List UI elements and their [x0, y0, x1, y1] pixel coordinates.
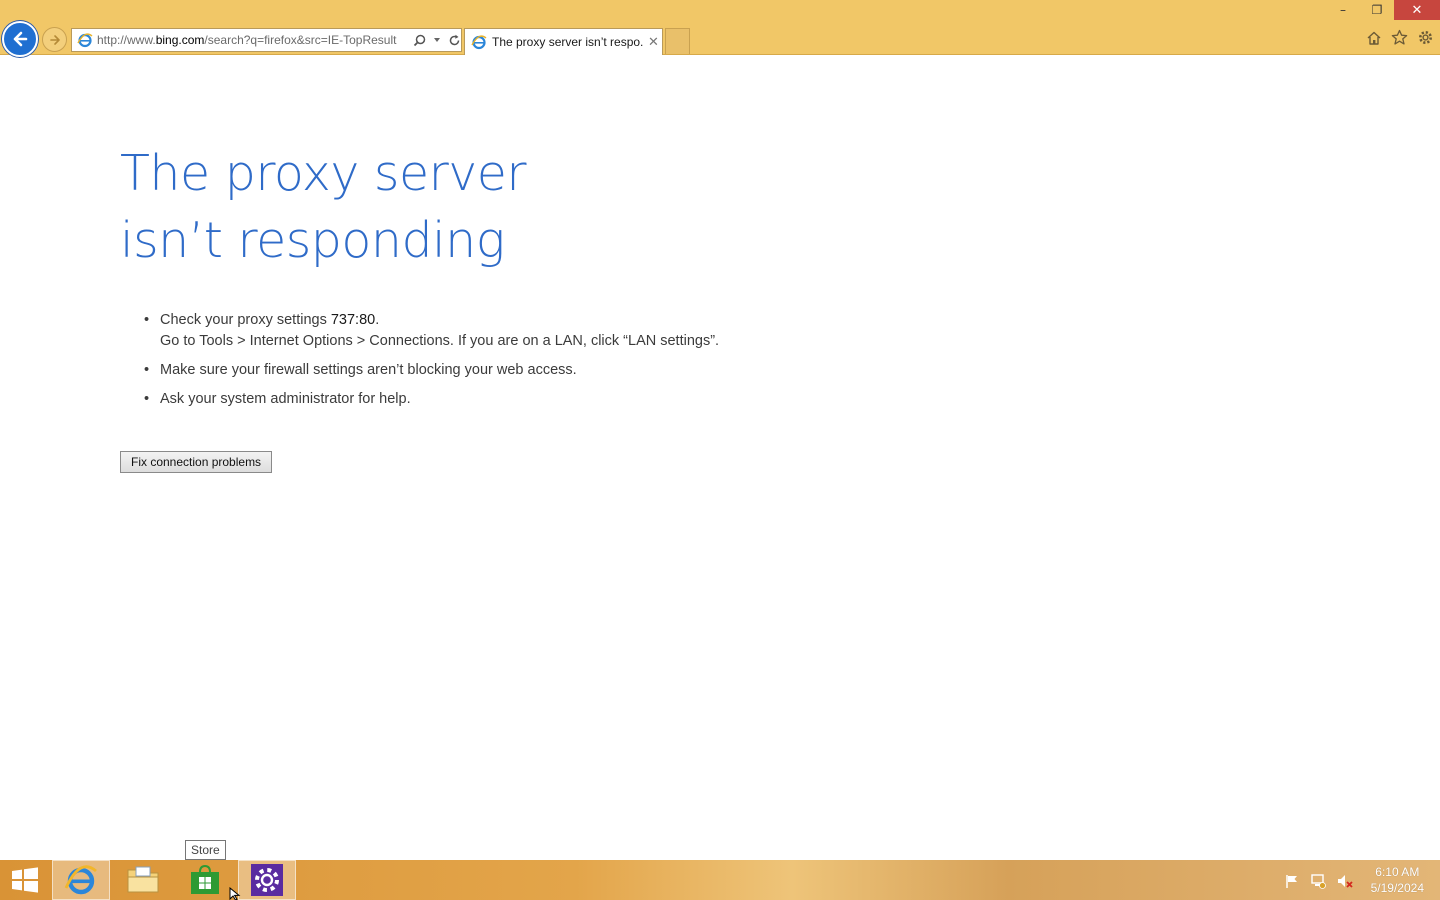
windows-logo-icon — [12, 867, 38, 893]
taskbar — [0, 860, 1440, 900]
system-tray — [1284, 873, 1354, 889]
store-tooltip: Store — [185, 840, 226, 860]
address-url[interactable]: http://www.bing.com/search?q=firefox&src… — [97, 33, 407, 47]
tip-suffix: . — [375, 312, 380, 328]
start-button[interactable] — [0, 860, 50, 900]
action-center-flag-icon[interactable] — [1284, 873, 1300, 889]
store-bag-icon — [191, 865, 219, 894]
clock-time: 6:10 AM — [1375, 865, 1420, 879]
taskbar-item-internet-explorer[interactable] — [52, 860, 110, 900]
mouse-pointer-icon — [229, 887, 241, 900]
volume-muted-icon[interactable] — [1336, 873, 1354, 889]
proxy-address: 737:80 — [330, 312, 376, 328]
new-tab-button[interactable] — [665, 28, 690, 54]
settings-gear-icon[interactable] — [1417, 29, 1434, 46]
tip-text: Check your proxy settings — [160, 312, 331, 328]
tab-title: The proxy server isn’t respo... — [492, 35, 644, 49]
tip-detail: Go to Tools > Internet Options > Connect… — [160, 333, 720, 349]
clock-date: 5/19/2024 — [1370, 881, 1424, 895]
browser-tools — [1365, 29, 1434, 46]
list-item: • Check your proxy settings 737:80. Go t… — [144, 310, 1020, 352]
list-item: • Make sure your firewall settings aren’… — [144, 360, 1020, 381]
taskbar-item-store[interactable] — [176, 860, 234, 900]
address-path: /search?q=firefox&src=IE-TopResult — [204, 33, 397, 47]
bullet: • — [144, 312, 150, 328]
window-controls: – ❐ ✕ — [1326, 0, 1440, 20]
restore-button[interactable]: ❐ — [1360, 0, 1394, 20]
settings-app-icon — [251, 864, 283, 896]
chevron-down-icon[interactable] — [433, 36, 441, 44]
taskbar-item-file-explorer[interactable] — [114, 860, 172, 900]
tab-proxy-error[interactable]: The proxy server isn’t respo... ✕ — [464, 28, 663, 55]
error-page: The proxy server isn’t responding • Chec… — [120, 140, 1020, 473]
search-icon[interactable] — [413, 34, 426, 47]
bullet: • — [144, 391, 150, 407]
list-item: • Ask your system administrator for help… — [144, 389, 1020, 410]
address-bar[interactable]: http://www.bing.com/search?q=firefox&src… — [71, 28, 462, 52]
refresh-icon[interactable] — [448, 34, 461, 47]
fix-connection-button[interactable]: Fix connection problems — [120, 451, 273, 473]
taskbar-clock[interactable]: 6:10 AM 5/19/2024 — [1371, 864, 1424, 896]
forward-button[interactable] — [42, 27, 67, 52]
address-prefix: http://www. — [97, 33, 156, 47]
ie-tab-icon — [471, 35, 487, 50]
page-title: The proxy server isn’t responding — [120, 145, 527, 269]
home-icon[interactable] — [1365, 29, 1382, 46]
internet-explorer-icon — [64, 865, 97, 895]
browser-toolbar: http://www.bing.com/search?q=firefox&src… — [0, 0, 1440, 57]
minimize-button[interactable]: – — [1326, 0, 1360, 20]
back-button[interactable] — [2, 21, 38, 57]
tip-text: Ask your system administrator for help. — [160, 391, 411, 407]
folder-icon — [127, 866, 159, 893]
forward-arrow-icon — [49, 34, 60, 45]
close-button[interactable]: ✕ — [1394, 0, 1440, 20]
address-host: bing.com — [155, 33, 205, 47]
tips-list: • Check your proxy settings 737:80. Go t… — [144, 310, 1020, 410]
bullet: • — [144, 362, 150, 378]
back-arrow-icon — [13, 31, 28, 47]
ie-page-icon — [77, 33, 93, 48]
taskbar-item-settings[interactable] — [238, 860, 296, 900]
favorites-star-icon[interactable] — [1391, 29, 1408, 46]
tab-close-icon[interactable]: ✕ — [648, 35, 659, 50]
tip-text: Make sure your firewall settings aren’t … — [160, 362, 577, 378]
network-icon[interactable] — [1310, 873, 1326, 889]
